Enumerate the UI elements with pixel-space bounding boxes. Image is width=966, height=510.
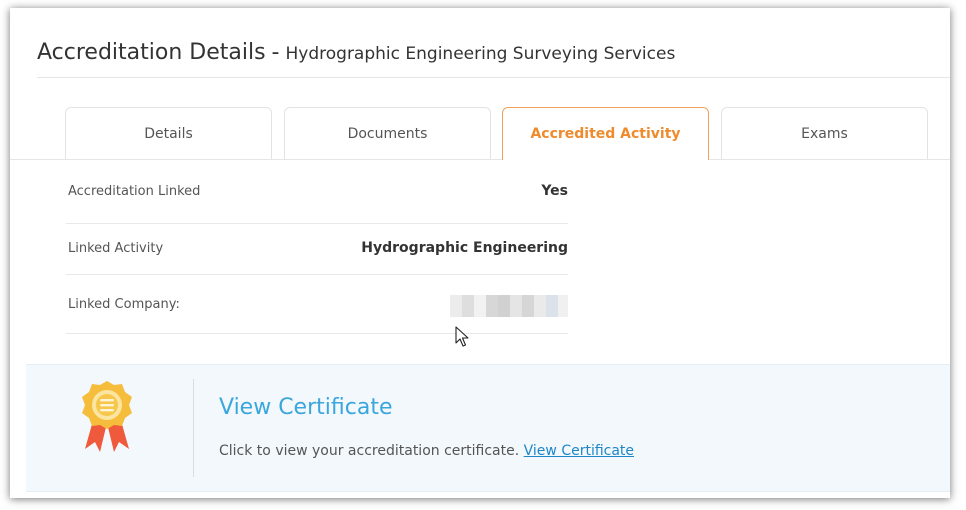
detail-value: Yes [541, 183, 568, 199]
detail-row-linked-activity: Linked Activity Hydrographic Engineering [66, 224, 568, 275]
page-subtitle: Hydrographic Engineering Surveying Servi… [285, 44, 676, 64]
title-divider [37, 77, 950, 78]
tab-bar: Details Documents Accredited Activity Ex… [10, 107, 950, 160]
certificate-panel: View Certificate Click to view your accr… [26, 364, 950, 492]
tab-details-label: Details [144, 125, 193, 142]
tab-accredited-activity-label: Accredited Activity [530, 126, 681, 142]
tab-details[interactable]: Details [65, 107, 272, 159]
redacted-company-value [450, 295, 568, 317]
tab-documents[interactable]: Documents [284, 107, 491, 159]
tab-accredited-activity[interactable]: Accredited Activity [502, 107, 709, 160]
page-title: Accreditation Details - Hydrographic Engin… [37, 40, 675, 65]
detail-label: Linked Company: [68, 297, 180, 312]
detail-label: Accreditation Linked [68, 184, 201, 199]
title-separator: - [271, 40, 280, 65]
page-title-main: Accreditation Details [37, 40, 266, 65]
detail-label: Linked Activity [68, 241, 164, 256]
tab-exams-label: Exams [801, 125, 848, 142]
tab-documents-label: Documents [347, 125, 428, 142]
accreditation-window: Accreditation Details - Hydrographic Engin… [10, 8, 950, 498]
detail-value: Hydrographic Engineering [361, 240, 568, 256]
certificate-title[interactable]: View Certificate [219, 395, 392, 420]
detail-row-linked-company: Linked Company: [66, 275, 568, 334]
certificate-description: Click to view your accreditation certifi… [219, 443, 634, 459]
mouse-pointer-icon [455, 326, 471, 352]
view-certificate-link[interactable]: View Certificate [524, 443, 634, 459]
award-ribbon-icon [77, 379, 137, 459]
certificate-divider [193, 379, 194, 477]
tab-exams[interactable]: Exams [721, 107, 928, 159]
detail-row-accreditation-linked: Accreditation Linked Yes [66, 160, 568, 224]
details-table: Accreditation Linked Yes Linked Activity… [66, 160, 568, 334]
certificate-description-text: Click to view your accreditation certifi… [219, 443, 520, 459]
